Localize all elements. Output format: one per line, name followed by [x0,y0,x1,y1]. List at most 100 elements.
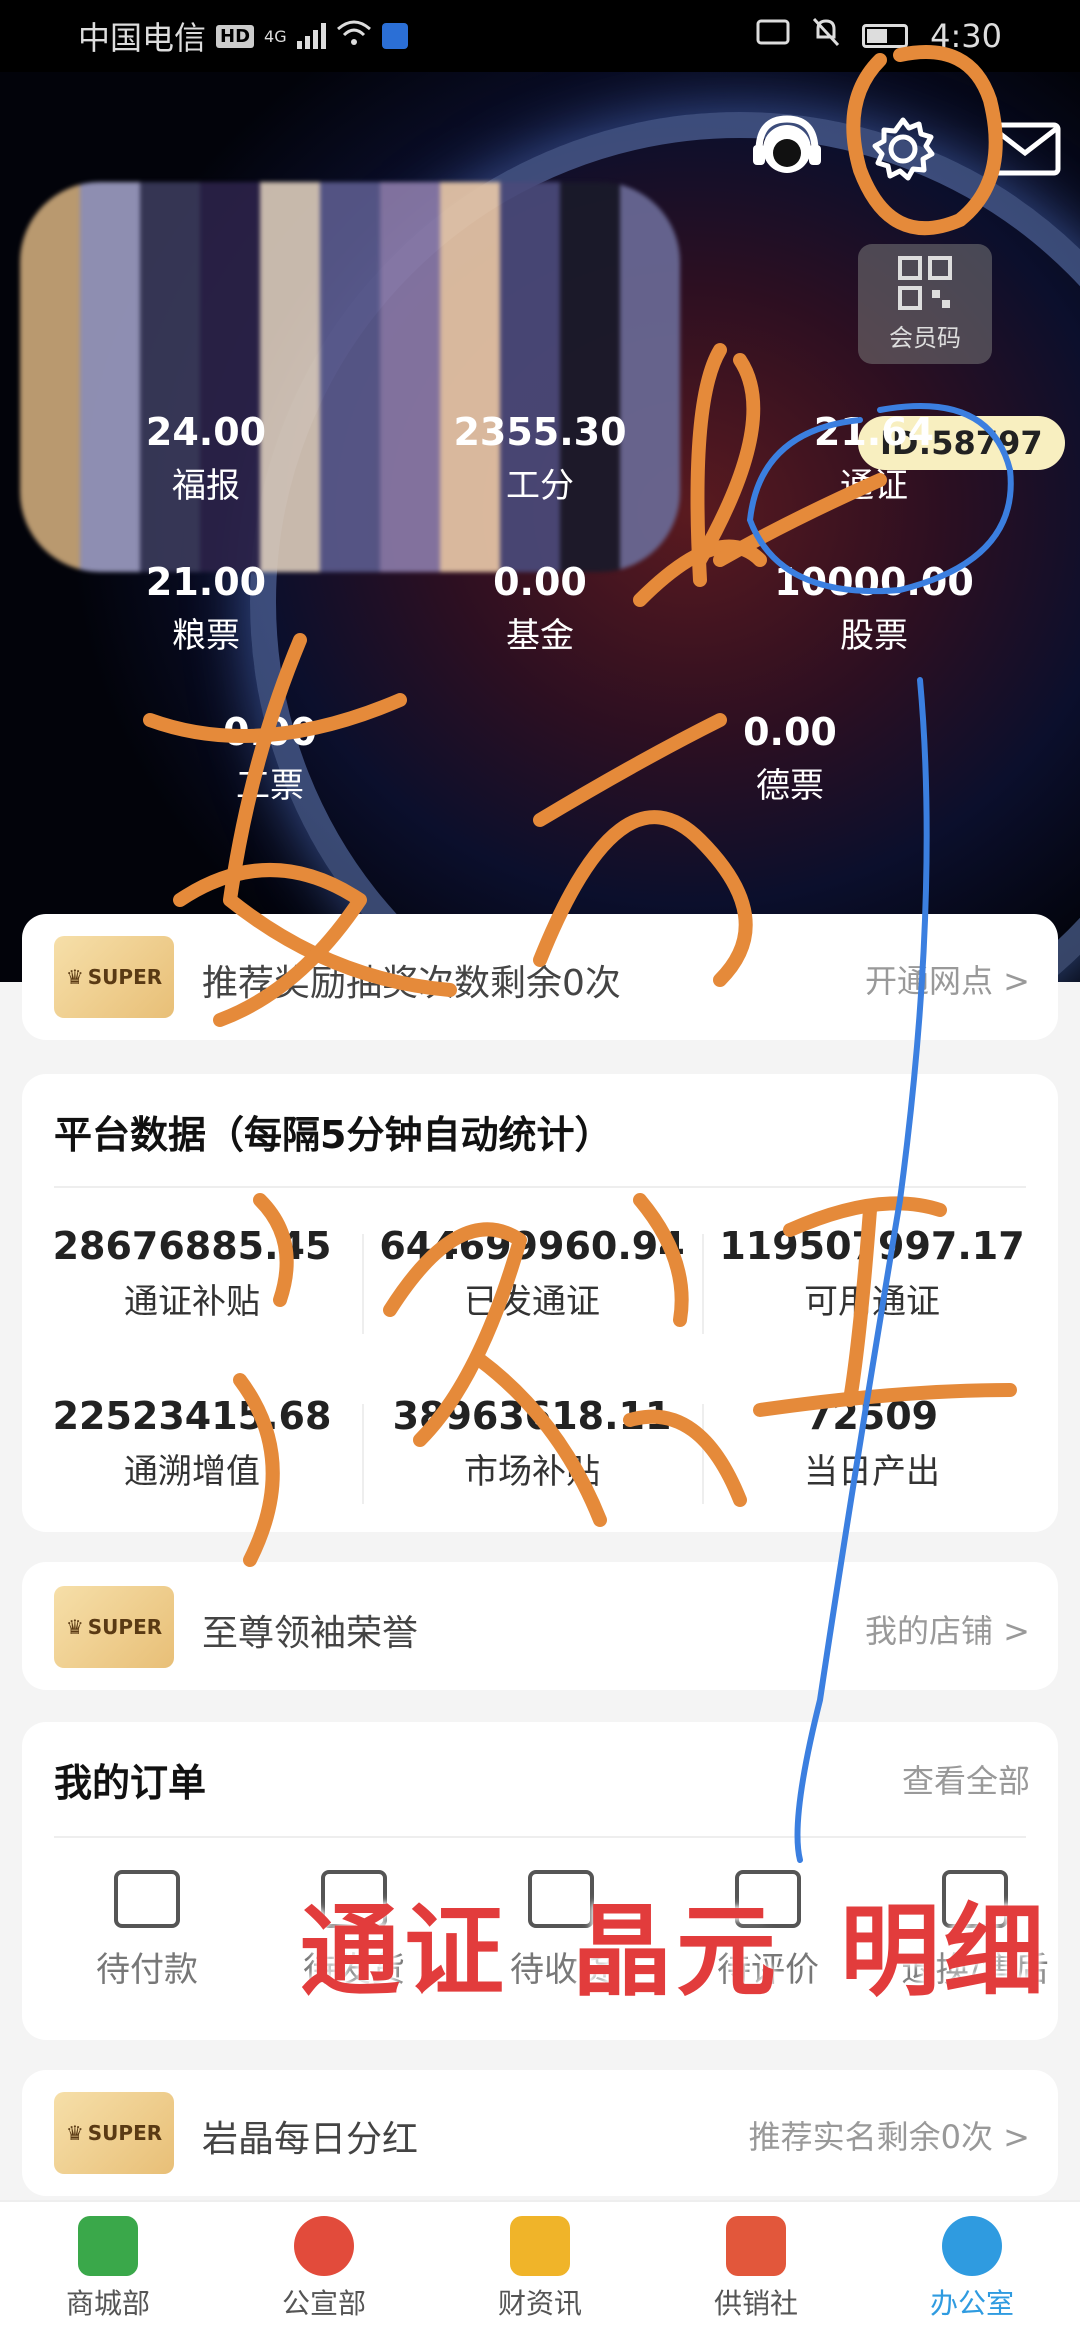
member-code-label: 会员码 [889,324,961,352]
balance-stat[interactable]: 0.00 德票 [640,710,940,807]
blur-pixel [380,312,440,377]
chat-bubble-icon [510,2216,570,2276]
settings-gear-icon[interactable] [858,104,948,194]
supply-coop-tab[interactable]: 供销社 [648,2216,864,2322]
open-outlet-link[interactable]: 开通网点 > [865,956,1030,1002]
balance-value: 0.00 [743,710,837,754]
blur-pixel [140,182,200,247]
blur-pixel [80,247,140,312]
order-status-0[interactable]: 待付款 [42,1870,252,1991]
balance-value: 21.00 [145,560,267,604]
dividend-banner[interactable]: ♛ SUPER 岩晶每日分红 推荐实名剩余0次 > [22,2070,1058,2196]
cart-icon [78,2216,138,2276]
balance-label: 工分 [506,466,574,506]
balance-label: 通证 [840,466,908,506]
profile-hero: 会员码 ID:58797 24.00 福报 2355.30 工分 21.64 通证 21.0… [0,72,1080,982]
balance-value: 10000.00 [774,560,974,604]
cast-icon [756,17,790,55]
message-mail-icon[interactable] [980,104,1070,194]
customer-service-icon[interactable] [742,104,832,194]
balance-stat[interactable]: 0.00 基金 [390,560,690,657]
order-status-label: 待付款 [96,1950,198,1990]
tab-label: 办公室 [929,2287,1014,2320]
person-icon [942,2216,1002,2276]
balance-value: 0.00 [223,710,317,754]
honor-text: 至尊领袖荣誉 [202,1613,419,1654]
balance-label: 工票 [236,766,304,806]
platform-stat-label: 已发通证 [464,1282,600,1322]
dividend-text: 岩晶每日分红 [202,2119,419,2160]
blur-pixel [560,247,620,312]
blur-pixel [80,182,140,247]
super-badge: ♛ SUPER [54,2092,174,2174]
balance-value: 24.00 [145,410,267,454]
blur-pixel [560,182,620,247]
platform-stat-label: 可用通证 [804,1282,940,1322]
blur-pixel [620,247,680,312]
overlay-text-token: 通证 [300,1893,508,2010]
platform-data-title: 平台数据（每隔5分钟自动统计） [54,1113,613,1157]
wallet-icon [114,1870,180,1928]
qr-code-icon [898,256,952,310]
platform-stat-label: 通证补贴 [124,1282,260,1322]
my-shop-link[interactable]: 我的店铺 > [865,1606,1030,1652]
blur-pixel [500,182,560,247]
finance-news-tab[interactable]: 财资讯 [432,2216,648,2322]
super-badge: ♛ SUPER [54,1586,174,1668]
balance-stat[interactable]: 21.00 粮票 [56,560,356,657]
view-all-orders-link[interactable]: 查看全部 [902,1756,1030,1802]
blur-pixel [500,312,560,377]
lottery-banner[interactable]: ♛ SUPER 推荐奖励抽奖次数剩余0次 开通网点 > [22,914,1058,1040]
blur-pixel [260,247,320,312]
megaphone-icon [294,2216,354,2276]
balance-value: 2355.30 [453,410,627,454]
my-orders-title: 我的订单 [54,1761,207,1805]
tab-label: 公宣部 [281,2287,366,2320]
blur-pixel [500,247,560,312]
balance-stat[interactable]: 2355.30 工分 [390,410,690,507]
balance-stat[interactable]: 0.00 工票 [120,710,420,807]
blur-pixel [140,247,200,312]
battery-icon [862,24,909,48]
promo-tab[interactable]: 公宣部 [216,2216,432,2322]
overlay-text-crystal: 晶元 [572,1893,780,2010]
divider [54,1836,1026,1838]
balance-label: 德票 [756,766,824,806]
platform-stat-label: 当日产出 [804,1452,940,1492]
honor-banner[interactable]: ♛ SUPER 至尊领袖荣誉 我的店铺 > [22,1562,1058,1690]
mall-tab[interactable]: 商城部 [0,2216,216,2322]
blur-pixel [200,312,260,377]
balance-stat[interactable]: 24.00 福报 [56,410,356,507]
blur-pixel [440,247,500,312]
office-tab[interactable]: 办公室 [864,2216,1080,2322]
real-name-link[interactable]: 推荐实名剩余0次 > [749,2112,1030,2158]
people-icon [726,2216,786,2276]
member-code-button[interactable]: 会员码 [858,244,992,364]
blur-pixel [80,312,140,377]
balance-stat[interactable]: 21.64 通证 [724,410,1024,507]
blur-pixel [320,247,380,312]
divider [54,1186,1026,1188]
balance-stat[interactable]: 10000.00 股票 [724,560,1024,657]
balance-value: 21.64 [813,410,935,454]
network-type: 4G [264,26,287,46]
bottom-tab-bar: 商城部 公宣部 财资讯 供销社 办公室 [0,2200,1080,2340]
blur-pixel [200,247,260,312]
blur-pixel [260,312,320,377]
platform-stat: 22523415.68 通溯增值 [22,1394,362,1493]
balance-value: 0.00 [493,560,587,604]
platform-stat: 644699960.94 已发通证 [362,1224,702,1323]
balance-label: 福报 [172,466,240,506]
status-bar: 中国电信 HD 4G 4:30 [0,0,1080,72]
crown-icon: ♛ [65,2121,84,2145]
blur-pixel [440,312,500,377]
platform-stat-value: 72509 [805,1394,939,1438]
blur-pixel [320,182,380,247]
crown-icon: ♛ [65,1615,84,1639]
tab-label: 商城部 [65,2287,150,2320]
app-notification-icon [381,23,408,49]
blurred-avatar-and-name [20,182,680,572]
blur-pixel [20,247,80,312]
blur-pixel [380,247,440,312]
super-badge: ♛ SUPER [54,936,174,1018]
